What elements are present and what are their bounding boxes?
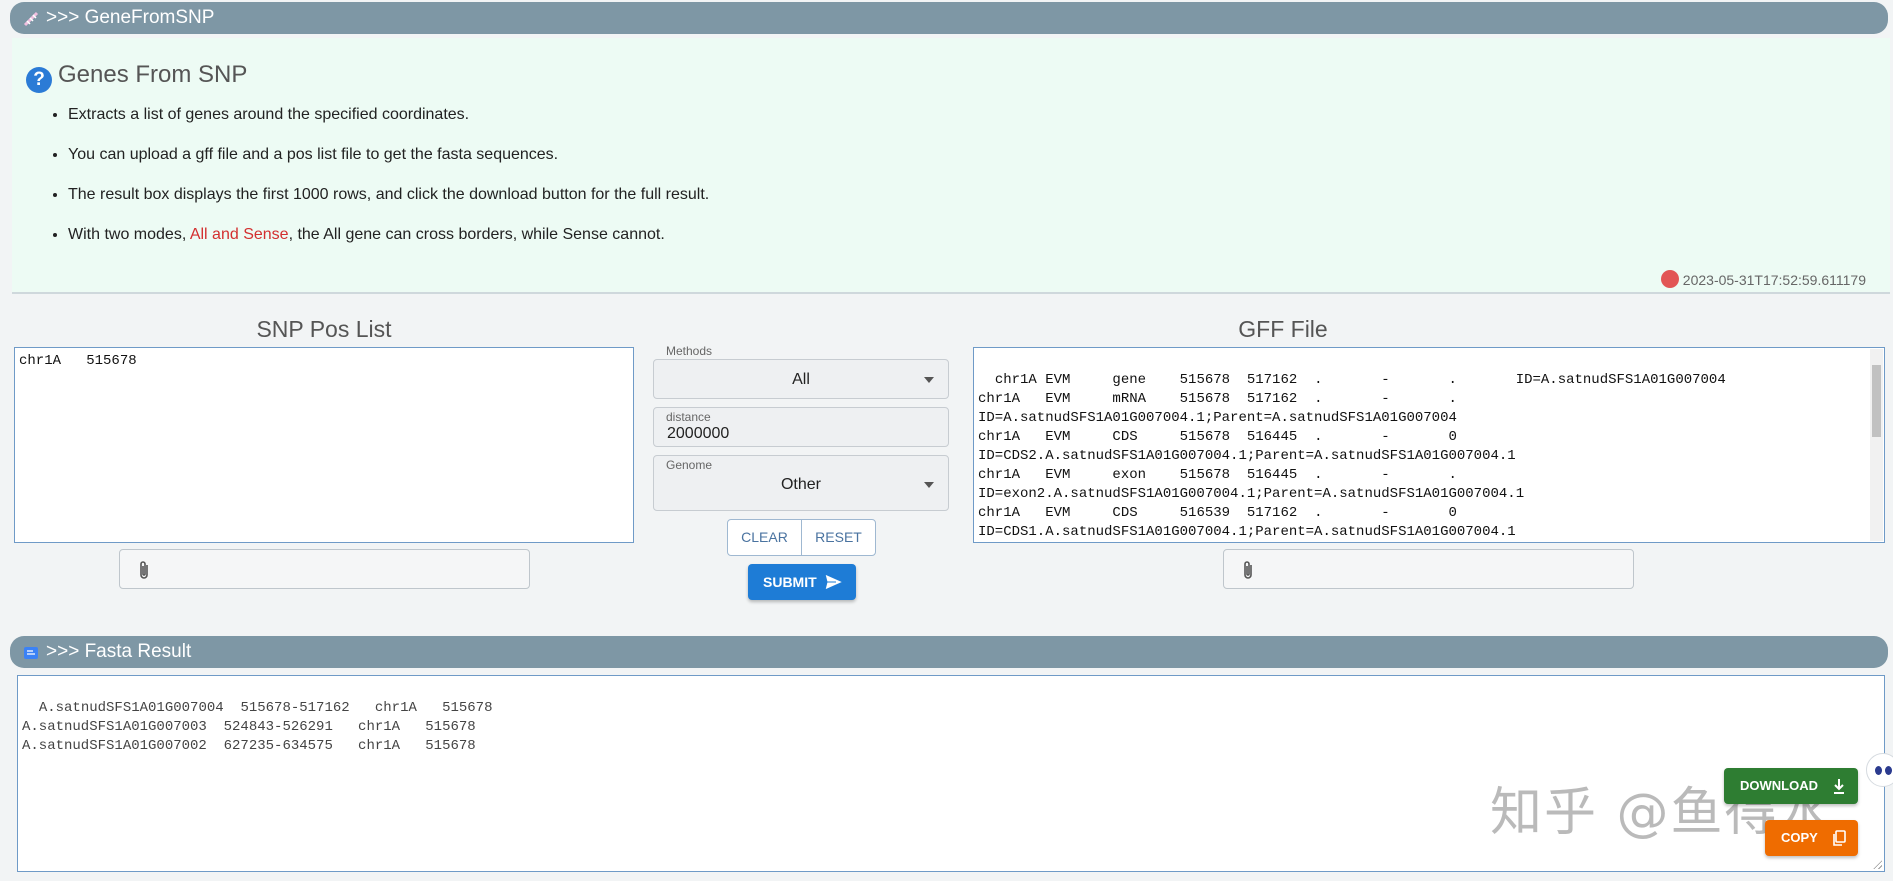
gff-content: chr1A EVM gene 515678 517162 . - . ID=A.… <box>978 372 1726 540</box>
timestamp: 2023-05-31T17:52:59.611179 <box>1660 270 1866 288</box>
methods-value: All <box>792 371 810 388</box>
eye-icon <box>1875 766 1882 775</box>
info-title-text: Genes From SNP <box>58 61 248 88</box>
info-item: The result box displays the first 1000 r… <box>68 180 709 220</box>
gff-scrollbar[interactable] <box>1870 349 1883 541</box>
info-item: You can upload a gff file and a pos list… <box>68 140 709 180</box>
distance-input[interactable]: distance 2000000 <box>653 407 949 447</box>
scrollbar-thumb[interactable] <box>1872 365 1881 437</box>
eye-icon <box>1885 766 1892 775</box>
reset-button[interactable]: RESET <box>801 520 875 555</box>
result-title: >>> Fasta Result <box>46 641 192 662</box>
methods-label: Methods <box>664 344 715 358</box>
genome-select[interactable]: Genome Other <box>653 455 949 511</box>
submit-button[interactable]: SUBMIT <box>748 564 856 600</box>
copy-button[interactable]: COPY <box>1765 820 1858 856</box>
assistant-bubble[interactable] <box>1866 753 1893 787</box>
modes-suffix: , the All gene can cross borders, while … <box>288 226 665 243</box>
paperclip-icon <box>140 561 148 579</box>
gff-textarea[interactable]: chr1A EVM gene 515678 517162 . - . ID=A.… <box>973 347 1885 543</box>
clear-reset-group: CLEAR RESET <box>727 519 876 556</box>
genome-label: Genome <box>666 458 713 472</box>
timestamp-text: 2023-05-31T17:52:59.611179 <box>1682 272 1866 288</box>
snp-pos-textarea[interactable]: chr1A 515678 <box>14 347 634 543</box>
download-button[interactable]: DOWNLOAD <box>1724 768 1858 804</box>
info-panel: ?Genes From SNP Extracts a list of genes… <box>12 38 1890 294</box>
gff-file-upload[interactable] <box>1223 549 1634 589</box>
result-content: A.satnudSFS1A01G007004 515678-517162 chr… <box>22 700 493 754</box>
copy-label: COPY <box>1781 830 1818 845</box>
clear-button[interactable]: CLEAR <box>728 520 801 555</box>
chevron-down-icon <box>924 482 934 488</box>
dna-icon <box>23 11 39 27</box>
help-icon[interactable]: ? <box>26 67 52 93</box>
modes-prefix: With two modes, <box>68 226 190 243</box>
chevron-down-icon <box>924 377 934 383</box>
resize-handle[interactable] <box>1872 859 1882 869</box>
document-icon <box>24 647 38 659</box>
gene-from-snp-header: >>> GeneFromSNP <box>10 2 1888 34</box>
snp-file-upload[interactable] <box>119 549 530 589</box>
fasta-result-header: >>> Fasta Result <box>10 636 1888 668</box>
info-item-modes: With two modes, All and Sense, the All g… <box>68 220 709 260</box>
snp-pos-title: SNP Pos List <box>256 316 392 342</box>
genome-value: Other <box>780 476 821 493</box>
download-label: DOWNLOAD <box>1740 778 1818 793</box>
gff-file-title: GFF File <box>1238 316 1328 342</box>
methods-select[interactable]: Methods All <box>653 344 949 399</box>
submit-label: SUBMIT <box>763 574 817 590</box>
copy-icon <box>1833 830 1846 846</box>
distance-value: 2000000 <box>667 425 730 442</box>
send-icon <box>824 573 844 591</box>
header-title: >>> GeneFromSNP <box>46 7 215 28</box>
avatar-icon <box>1660 270 1679 288</box>
download-icon <box>1834 779 1844 794</box>
info-item: Extracts a list of genes around the spec… <box>68 100 709 140</box>
distance-label: distance <box>666 410 711 424</box>
paperclip-icon <box>1244 561 1252 579</box>
modes-highlight: All and Sense <box>189 226 289 243</box>
info-title: ? Genes From SNP <box>26 60 247 93</box>
info-list: Extracts a list of genes around the spec… <box>40 100 709 260</box>
